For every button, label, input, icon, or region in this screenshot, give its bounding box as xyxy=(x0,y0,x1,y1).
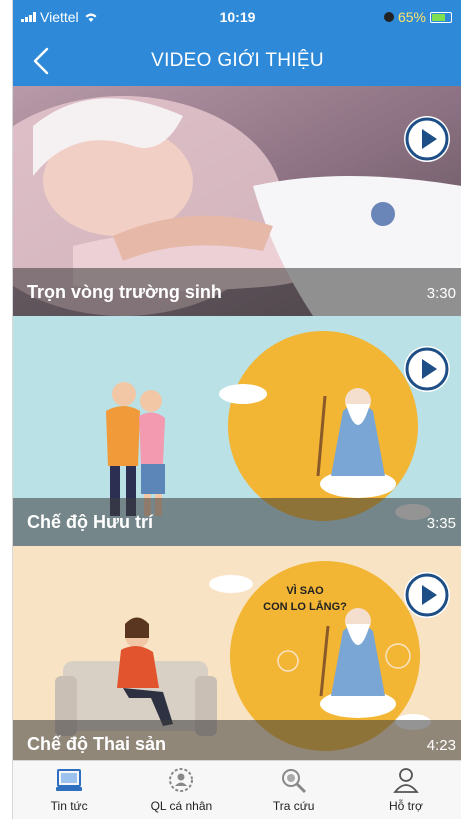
battery-percent: 65% xyxy=(397,9,426,25)
tab-bar: Tin tức QL cá nhân Tra cứu Hỗ trợ xyxy=(13,760,461,819)
personal-settings-icon xyxy=(169,768,194,792)
video-duration: 4:23 xyxy=(426,737,456,754)
overlay-line-1: VÌ SAO xyxy=(286,584,324,597)
video-duration: 3:35 xyxy=(426,515,456,532)
tab-lookup[interactable]: Tra cứu xyxy=(238,761,350,819)
play-icon xyxy=(405,573,449,617)
video-card-1[interactable]: Trọn vòng trường sinh 3:30 xyxy=(13,86,461,316)
video-list: Trọn vòng trường sinh 3:30 Chế độ Hưu tr… xyxy=(13,86,461,760)
phone-screen: Viettel 10:19 65% VIDEO GIỚI THIỆU Trọn … xyxy=(12,0,461,819)
play-button[interactable] xyxy=(404,346,450,392)
do-not-disturb-icon xyxy=(383,12,394,22)
tab-label: Tin tức xyxy=(50,799,88,813)
video-title: Chế độ Thai sản xyxy=(27,734,167,754)
tab-support[interactable]: Hỗ trợ xyxy=(350,761,461,819)
search-lookup-icon xyxy=(281,769,306,794)
tab-label: Tra cứu xyxy=(272,799,315,813)
battery-icon xyxy=(430,11,452,23)
status-bar: Viettel 10:19 65% xyxy=(13,0,461,36)
overlay-line-2: CON LO LẮNG? xyxy=(263,600,347,613)
page-title: VIDEO GIỚI THIỆU xyxy=(151,50,324,71)
video-duration: 3:30 xyxy=(426,285,456,302)
tab-news[interactable]: Tin tức xyxy=(13,761,125,819)
video-title: Trọn vòng trường sinh xyxy=(27,282,222,302)
tab-label: Hỗ trợ xyxy=(388,799,423,813)
play-button[interactable] xyxy=(404,572,450,618)
tab-label: QL cá nhân xyxy=(150,799,213,813)
nav-bar: VIDEO GIỚI THIỆU xyxy=(13,36,461,86)
play-icon xyxy=(405,117,449,161)
video-card-2[interactable]: Chế độ Hưu trí 3:35 xyxy=(13,316,461,546)
news-icon xyxy=(56,769,83,791)
video-title: Chế độ Hưu trí xyxy=(27,512,154,532)
play-button[interactable] xyxy=(404,116,450,162)
play-icon xyxy=(405,347,449,391)
tab-personal[interactable]: QL cá nhân xyxy=(125,761,237,819)
support-user-icon xyxy=(393,768,419,793)
video-card-3[interactable]: VÌ SAO CON LO LẮNG? Chế độ Thai sản 4:23 xyxy=(13,546,461,760)
battery-indicator: 65% xyxy=(383,9,452,25)
